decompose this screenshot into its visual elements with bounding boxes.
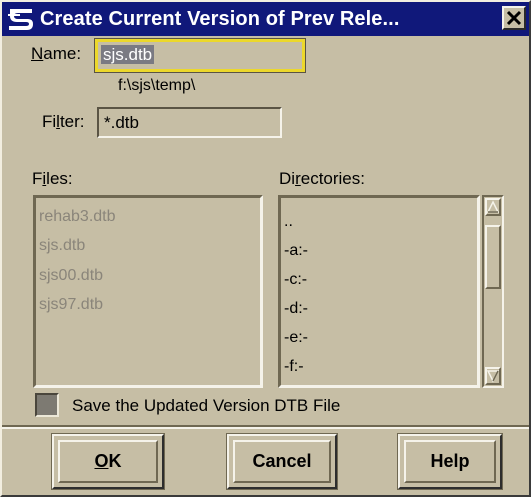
bentley-b-logo-icon — [8, 9, 33, 30]
title-bar[interactable]: Create Current Version of Prev Rele... — [2, 2, 529, 36]
list-item[interactable]: sjs.dtb — [39, 237, 85, 255]
list-item[interactable]: rehab3.dtb — [39, 208, 116, 226]
name-input[interactable]: sjs.dtb — [94, 38, 306, 73]
filter-label: Filter: — [42, 112, 85, 131]
button-separator — [2, 425, 529, 429]
list-item[interactable]: -d:- — [284, 300, 308, 318]
arrow-down-icon — [487, 370, 499, 383]
directories-list[interactable]: .. -a:- -c:- -d:- -e:- -f:- — [278, 195, 480, 388]
list-item[interactable]: -c:- — [284, 271, 307, 289]
scroll-thumb[interactable] — [485, 225, 501, 289]
scroll-up-button[interactable] — [485, 198, 501, 216]
list-item[interactable]: -f:- — [284, 358, 304, 376]
arrow-up-icon — [487, 200, 499, 213]
cancel-button[interactable]: Cancel — [226, 433, 338, 490]
window-title: Create Current Version of Prev Rele... — [40, 8, 400, 30]
help-button[interactable]: Help — [397, 433, 503, 490]
filter-input[interactable]: *.dtb — [97, 107, 282, 138]
files-list[interactable]: rehab3.dtb sjs.dtb sjs00.dtb sjs97.dtb — [33, 195, 263, 388]
list-item[interactable]: -e:- — [284, 329, 308, 347]
save-updated-label: Save the Updated Version DTB File — [72, 396, 341, 415]
close-icon — [506, 10, 522, 26]
cancel-button-label: Cancel — [233, 440, 331, 483]
list-item[interactable]: -a:- — [284, 242, 308, 260]
close-button[interactable] — [502, 6, 526, 30]
filter-input-value: *.dtb — [104, 113, 139, 132]
files-label: Files: — [32, 169, 73, 188]
name-label: Name: — [31, 44, 82, 63]
list-item[interactable]: .. — [284, 213, 293, 231]
list-item[interactable]: sjs97.dtb — [39, 296, 103, 314]
directories-scrollbar[interactable] — [482, 195, 504, 388]
directories-label: Directories: — [279, 169, 365, 188]
save-updated-checkbox[interactable] — [35, 393, 59, 417]
ok-button[interactable]: OK — [51, 433, 165, 490]
help-button-label: Help — [404, 440, 496, 483]
dialog-window: Create Current Version of Prev Rele... N… — [0, 0, 531, 497]
name-input-value: sjs.dtb — [101, 45, 155, 64]
ok-button-face: OK — [58, 440, 158, 483]
scroll-down-button[interactable] — [485, 367, 501, 385]
list-item[interactable]: sjs00.dtb — [39, 267, 103, 285]
current-path-text: f:\sjs\temp\ — [118, 77, 196, 94]
